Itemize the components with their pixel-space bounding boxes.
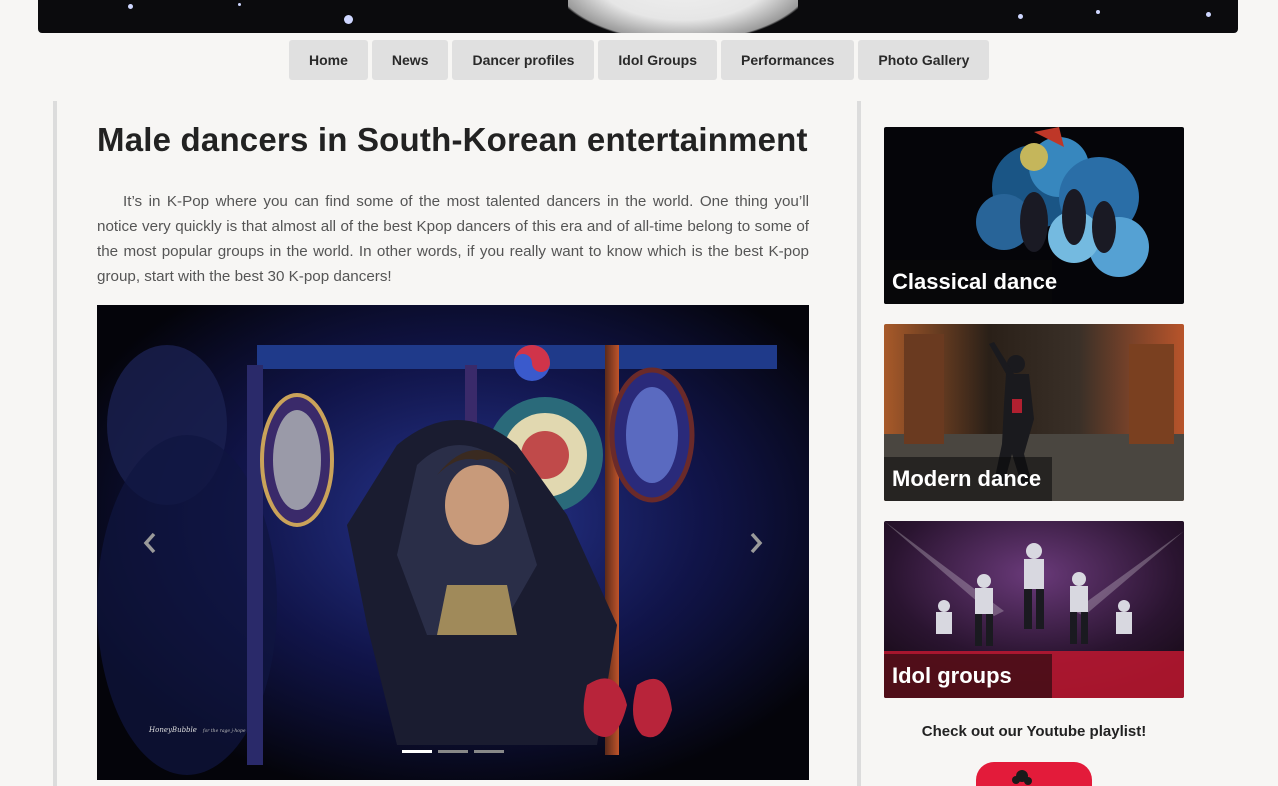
nav-home[interactable]: Home	[289, 40, 368, 80]
page-title: Male dancers in South-Korean entertainme…	[97, 121, 808, 158]
youtube-playlist-text: Check out our Youtube playlist!	[921, 723, 1147, 740]
carousel-next-button[interactable]	[741, 523, 771, 563]
youtube-playlist-button[interactable]	[976, 762, 1092, 786]
carousel-indicator-3[interactable]	[474, 750, 504, 753]
card-label-idol-groups: Idol groups	[892, 663, 1012, 688]
header-banner-image	[38, 0, 1238, 33]
intro-paragraph: It’s in K-Pop where you can find some of…	[97, 193, 809, 285]
page: Home News Dancer profiles Idol Groups Pe…	[0, 0, 1278, 786]
image-carousel: HoneyBubble for the rage j-hope	[97, 305, 809, 780]
card-label-modern-dance: Modern dance	[892, 466, 1042, 491]
chevron-left-icon	[143, 532, 156, 554]
nav-performances[interactable]: Performances	[720, 40, 855, 80]
main-content: Male dancers in South-Korean entertainme…	[53, 101, 861, 786]
chevron-right-icon	[750, 532, 763, 554]
carousel-prev-button[interactable]	[135, 523, 165, 563]
card-classical-dance[interactable]: Classical dance	[884, 127, 1184, 304]
card-label-classical-dance: Classical dance	[892, 269, 1058, 294]
carousel-indicators	[402, 750, 504, 753]
carousel-indicator-2[interactable]	[438, 750, 468, 753]
nav-idol-groups[interactable]: Idol Groups	[598, 40, 717, 80]
nav-dancer-profiles[interactable]: Dancer profiles	[452, 40, 595, 80]
card-idol-groups[interactable]: Idol groups	[884, 521, 1184, 698]
nav-photo-gallery[interactable]: Photo Gallery	[858, 40, 990, 80]
youtube-icon	[1012, 770, 1032, 785]
nav-news[interactable]: News	[371, 40, 449, 80]
image-watermark: HoneyBubble for the rage j-hope	[149, 726, 246, 734]
carousel-slide-image	[97, 305, 809, 780]
carousel-indicator-1[interactable]	[402, 750, 432, 753]
main-nav: Home News Dancer profiles Idol Groups Pe…	[289, 40, 990, 80]
card-modern-dance[interactable]: Modern dance	[884, 324, 1184, 501]
